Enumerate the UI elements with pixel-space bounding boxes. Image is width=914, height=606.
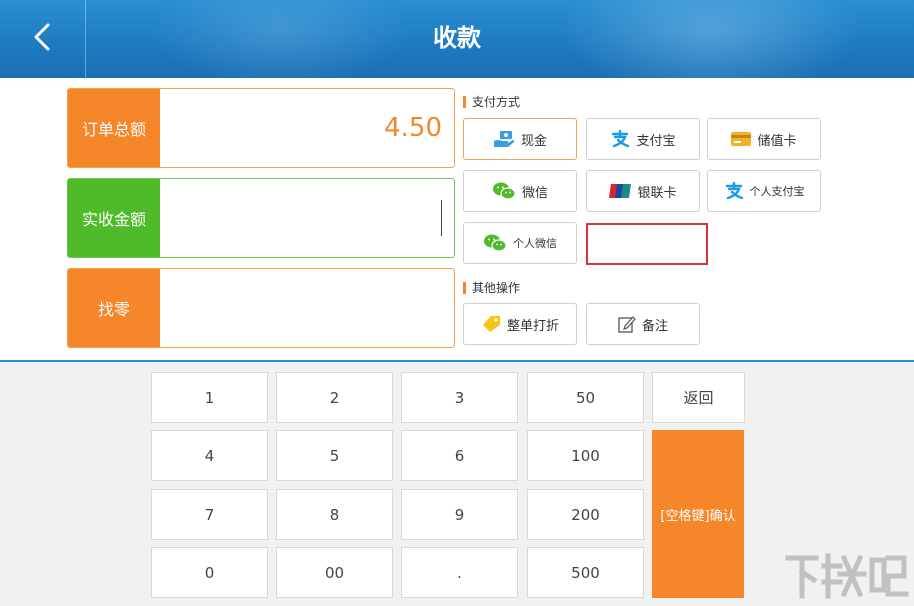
other-actions-title: 其他操作 bbox=[463, 279, 520, 296]
key-1[interactable]: 1 bbox=[151, 372, 268, 423]
received-amount-label: 实收金额 bbox=[68, 179, 160, 257]
pay-personal-alipay-label: 个人支付宝 bbox=[749, 185, 805, 198]
empty-payment-slot-highlight bbox=[586, 223, 708, 265]
back-button[interactable] bbox=[0, 0, 86, 78]
pay-alipay-label: 支付宝 bbox=[636, 133, 676, 149]
pay-personal-wechat-button[interactable]: 个人微信 bbox=[463, 222, 577, 264]
key-9[interactable]: 9 bbox=[401, 489, 518, 540]
chevron-left-icon bbox=[34, 23, 50, 51]
note-button[interactable]: 备注 bbox=[586, 303, 700, 345]
key-100[interactable]: 100 bbox=[527, 430, 644, 481]
checkout-page: 收款 订单总额 4.50 实收金额 找零 支付方式 现金 支付宝 储值卡 微信 … bbox=[0, 0, 914, 606]
pay-stored-card-button[interactable]: 储值卡 bbox=[707, 118, 821, 160]
unionpay-icon bbox=[609, 184, 632, 198]
cash-hand-icon bbox=[493, 130, 515, 148]
wechat-icon bbox=[483, 233, 507, 253]
change-value bbox=[160, 269, 454, 347]
alipay-icon bbox=[724, 182, 744, 200]
pay-wechat-label: 微信 bbox=[521, 185, 548, 201]
received-amount-input[interactable] bbox=[160, 179, 454, 257]
key-500[interactable]: 500 bbox=[527, 547, 644, 598]
text-caret bbox=[441, 200, 442, 236]
note-edit-icon bbox=[618, 315, 636, 333]
payment-method-title-text: 支付方式 bbox=[472, 95, 521, 109]
key-7[interactable]: 7 bbox=[151, 489, 268, 540]
received-amount-box[interactable]: 实收金额 bbox=[67, 178, 455, 258]
pay-personal-alipay-button[interactable]: 个人支付宝 bbox=[707, 170, 821, 212]
pay-cash-label: 现金 bbox=[520, 133, 547, 149]
key-50[interactable]: 50 bbox=[527, 372, 644, 423]
key-200[interactable]: 200 bbox=[527, 489, 644, 540]
pay-personal-wechat-label: 个人微信 bbox=[513, 237, 557, 250]
keypad-back-button[interactable]: 返回 bbox=[652, 372, 745, 423]
pay-unionpay-label: 银联卡 bbox=[637, 185, 677, 201]
wechat-icon bbox=[492, 181, 516, 201]
key-4[interactable]: 4 bbox=[151, 430, 268, 481]
pay-wechat-button[interactable]: 微信 bbox=[463, 170, 577, 212]
stored-value-card-icon bbox=[731, 132, 752, 146]
pay-unionpay-button[interactable]: 银联卡 bbox=[586, 170, 700, 212]
pay-cash-button[interactable]: 现金 bbox=[463, 118, 577, 160]
payment-method-title: 支付方式 bbox=[463, 93, 520, 110]
header-bar: 收款 bbox=[0, 0, 914, 78]
change-label: 找零 bbox=[68, 269, 160, 347]
key-3[interactable]: 3 bbox=[401, 372, 518, 423]
pay-alipay-button[interactable]: 支付宝 bbox=[586, 118, 700, 160]
order-total-box: 订单总额 4.50 bbox=[67, 88, 455, 168]
discount-tag-icon bbox=[481, 315, 501, 333]
key-2[interactable]: 2 bbox=[276, 372, 393, 423]
discount-label: 整单打折 bbox=[506, 318, 559, 334]
key-dot[interactable]: . bbox=[401, 547, 518, 598]
key-8[interactable]: 8 bbox=[276, 489, 393, 540]
pay-stored-card-label: 储值卡 bbox=[757, 133, 797, 149]
note-label: 备注 bbox=[641, 318, 668, 334]
order-total-label: 订单总额 bbox=[68, 89, 160, 167]
key-00[interactable]: 00 bbox=[276, 547, 393, 598]
change-box: 找零 bbox=[67, 268, 455, 348]
key-6[interactable]: 6 bbox=[401, 430, 518, 481]
confirm-button[interactable]: [空格键]确认 bbox=[652, 430, 744, 598]
download-site-watermark-logo bbox=[785, 553, 909, 599]
order-total-value: 4.50 bbox=[384, 113, 442, 143]
other-actions-title-text: 其他操作 bbox=[472, 281, 521, 295]
key-0[interactable]: 0 bbox=[151, 547, 268, 598]
key-5[interactable]: 5 bbox=[276, 430, 393, 481]
whole-order-discount-button[interactable]: 整单打折 bbox=[463, 303, 577, 345]
alipay-icon bbox=[610, 130, 630, 148]
